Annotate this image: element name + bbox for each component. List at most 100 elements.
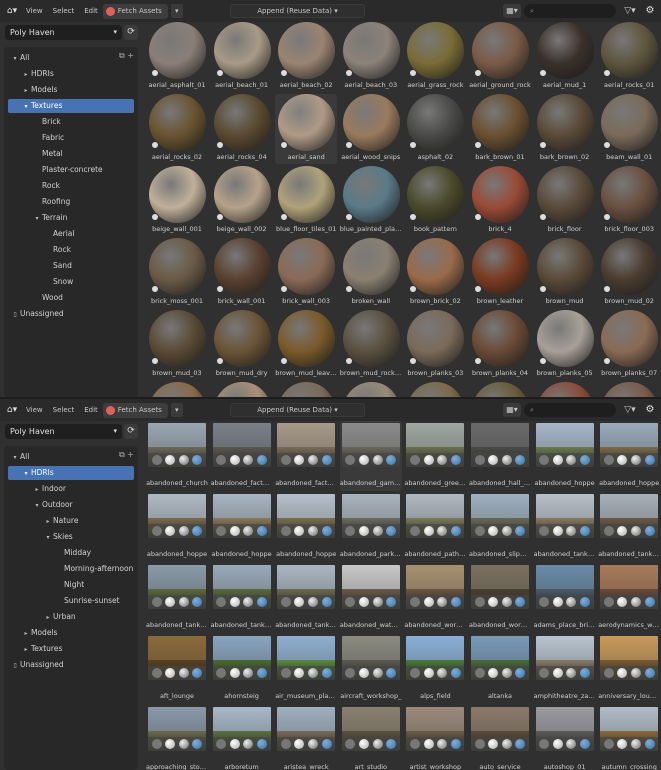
asset-tile[interactable]: abandoned_water... (340, 563, 402, 633)
edit-menu[interactable]: Edit (79, 4, 103, 18)
asset-tile[interactable]: abandoned_works... (404, 563, 466, 633)
asset-tile[interactable]: brown_planks_05 (534, 310, 596, 380)
asset-tile[interactable]: aerial_rocks_01 (598, 22, 660, 92)
asset-tile[interactable]: altanka (469, 634, 531, 704)
asset-tile[interactable] (340, 382, 402, 397)
asset-tile[interactable]: abandoned_factor... (211, 421, 273, 491)
asset-tile[interactable]: auto_service (469, 705, 531, 770)
tree-item-rock[interactable]: Rock (4, 179, 60, 193)
import-method-dropdown[interactable]: Append (Reuse Data) ▾ (230, 403, 365, 417)
asset-tile[interactable]: blue_floor_tiles_01 (275, 166, 337, 236)
asset-tile[interactable]: asphalt_02 (404, 94, 466, 164)
asset-tile[interactable]: abandoned_works... (469, 563, 531, 633)
tree-item-morning-afternoon[interactable]: Morning-afternoon (4, 562, 133, 576)
asset-tile[interactable]: abandoned_hoppe (275, 492, 337, 562)
asset-tile[interactable]: abandoned_hoppe (598, 421, 660, 491)
asset-tile[interactable]: aerial_ground_rock (469, 22, 531, 92)
asset-tile[interactable]: brown_mud (534, 238, 596, 308)
chevron-down-icon[interactable]: ▾ (10, 52, 20, 66)
asset-tile[interactable]: brick_floor_003 (598, 166, 660, 236)
asset-tile[interactable]: abandoned_slipway (469, 492, 531, 562)
asset-tile[interactable]: aft_lounge (146, 634, 208, 704)
tree-item-all[interactable]: ▾ All (4, 450, 29, 464)
asset-tile[interactable]: aerial_beach_02 (275, 22, 337, 92)
chevron-right-icon[interactable]: ▸ (43, 611, 53, 625)
asset-tile[interactable]: brown_planks_04 (469, 310, 531, 380)
asset-tile[interactable]: brown_brick_02 (404, 238, 466, 308)
tree-item-sand[interactable]: Sand (4, 259, 72, 273)
gear-icon[interactable]: ⚙ (643, 403, 657, 417)
search-input[interactable]: ⌕ (524, 4, 616, 18)
library-dropdown[interactable]: Poly Haven ▾ (5, 25, 122, 40)
tree-item-roofing[interactable]: Roofing (4, 195, 70, 209)
asset-tile[interactable]: brick_floor (534, 166, 596, 236)
asset-tile[interactable]: approaching_storm (146, 705, 208, 770)
asset-tile[interactable]: aerial_rocks_04 (211, 94, 273, 164)
asset-tile[interactable]: amphitheatre_zan... (534, 634, 596, 704)
asset-tile[interactable]: aerial_wood_snips (340, 94, 402, 164)
asset-tile[interactable]: brown_mud_02 (598, 238, 660, 308)
asset-tile[interactable]: artist_workshop (404, 705, 466, 770)
asset-tile[interactable]: aircraft_workshop_ (340, 634, 402, 704)
search-input[interactable]: ⌕ (524, 403, 616, 417)
asset-tile[interactable]: abandoned_tank_f... (598, 492, 660, 562)
fetch-assets-button[interactable]: Fetch Assets (102, 402, 168, 418)
edit-menu[interactable]: Edit (79, 403, 103, 417)
asset-tile[interactable]: brown_mud_dry (211, 310, 273, 380)
tree-item-models[interactable]: ▸ Models (4, 626, 57, 640)
asset-tile[interactable]: brick_moss_001 (146, 238, 208, 308)
import-method-dropdown[interactable]: Append (Reuse Data) ▾ (230, 4, 365, 18)
asset-tile[interactable]: brown_mud_03 (146, 310, 208, 380)
tree-item-outdoor[interactable]: ▾ Outdoor (4, 498, 72, 513)
asset-tile[interactable]: adams_place_brid... (534, 563, 596, 633)
asset-tile[interactable]: bark_brown_01 (469, 94, 531, 164)
tree-item-indoor[interactable]: ▸ Indoor (4, 482, 66, 496)
asset-tile[interactable]: abandoned_tank_f... (211, 563, 273, 633)
display-mode-icon[interactable]: ▦▾ (503, 403, 521, 417)
chevron-right-icon[interactable]: ▸ (43, 515, 53, 529)
select-menu[interactable]: Select (48, 403, 80, 417)
tree-item-hdris[interactable]: ▸ HDRIs (4, 67, 53, 82)
asset-tile[interactable]: aristea_wreck (275, 705, 337, 770)
asset-tile[interactable]: bark_brown_02 (534, 94, 596, 164)
asset-tile[interactable]: blue_painted_plan... (340, 166, 402, 236)
chevron-down-icon[interactable]: ▾ (32, 499, 42, 513)
view-menu[interactable]: View (21, 4, 48, 18)
asset-tile[interactable]: beam_wall_01 (598, 94, 660, 164)
asset-tile[interactable]: abandoned_tank_f... (275, 563, 337, 633)
asset-tile[interactable] (404, 382, 466, 397)
chevron-right-icon[interactable]: ▸ (21, 68, 31, 82)
asset-tile[interactable]: beige_wall_002 (211, 166, 273, 236)
asset-tile[interactable] (534, 382, 596, 397)
asset-tile[interactable]: aerial_beach_03 (340, 22, 402, 92)
tree-item-rock[interactable]: Rock (4, 243, 71, 257)
asset-tile[interactable] (211, 382, 273, 397)
asset-tile[interactable] (598, 382, 660, 397)
asset-tile[interactable]: brick_4 (469, 166, 531, 236)
asset-tile[interactable]: brown_planks_03 (404, 310, 466, 380)
chevron-right-icon[interactable]: ▸ (21, 643, 31, 657)
asset-tile[interactable]: abandoned_hoppe (211, 492, 273, 562)
asset-tile[interactable]: brown_mud_rocks... (340, 310, 402, 380)
asset-tile[interactable]: abandoned_hoppe (534, 421, 596, 491)
asset-tile[interactable]: alps_field (404, 634, 466, 704)
asset-tile[interactable]: abandoned_factor... (275, 421, 337, 491)
view-menu[interactable]: View (21, 403, 48, 417)
asset-tile[interactable]: aerodynamics_wo... (598, 563, 660, 633)
tree-item-fabric[interactable]: Fabric (4, 131, 64, 145)
asset-tile[interactable]: autumn_crossing (598, 705, 660, 770)
chevron-down-icon[interactable]: ▾ (170, 4, 183, 18)
asset-tile[interactable]: anniversary_lounge (598, 634, 660, 704)
editor-type-icon[interactable]: ⌂▾ (3, 4, 21, 18)
tree-item-textures[interactable]: ▸ Textures (4, 642, 62, 656)
refresh-icon[interactable]: ⟳ (124, 424, 138, 439)
tree-item-textures[interactable]: ▾ Textures (8, 99, 134, 113)
display-mode-icon[interactable]: ▦▾ (503, 4, 521, 18)
new-catalog-icon[interactable]: ⧉ + (119, 450, 134, 460)
refresh-icon[interactable]: ⟳ (124, 25, 138, 40)
asset-tile[interactable]: broken_wall (340, 238, 402, 308)
asset-tile[interactable] (146, 382, 208, 397)
fetch-assets-button[interactable]: Fetch Assets (102, 3, 168, 19)
chevron-down-icon[interactable]: ▾ (170, 403, 183, 417)
tree-item-hdris[interactable]: ▾ HDRIs (8, 466, 134, 480)
